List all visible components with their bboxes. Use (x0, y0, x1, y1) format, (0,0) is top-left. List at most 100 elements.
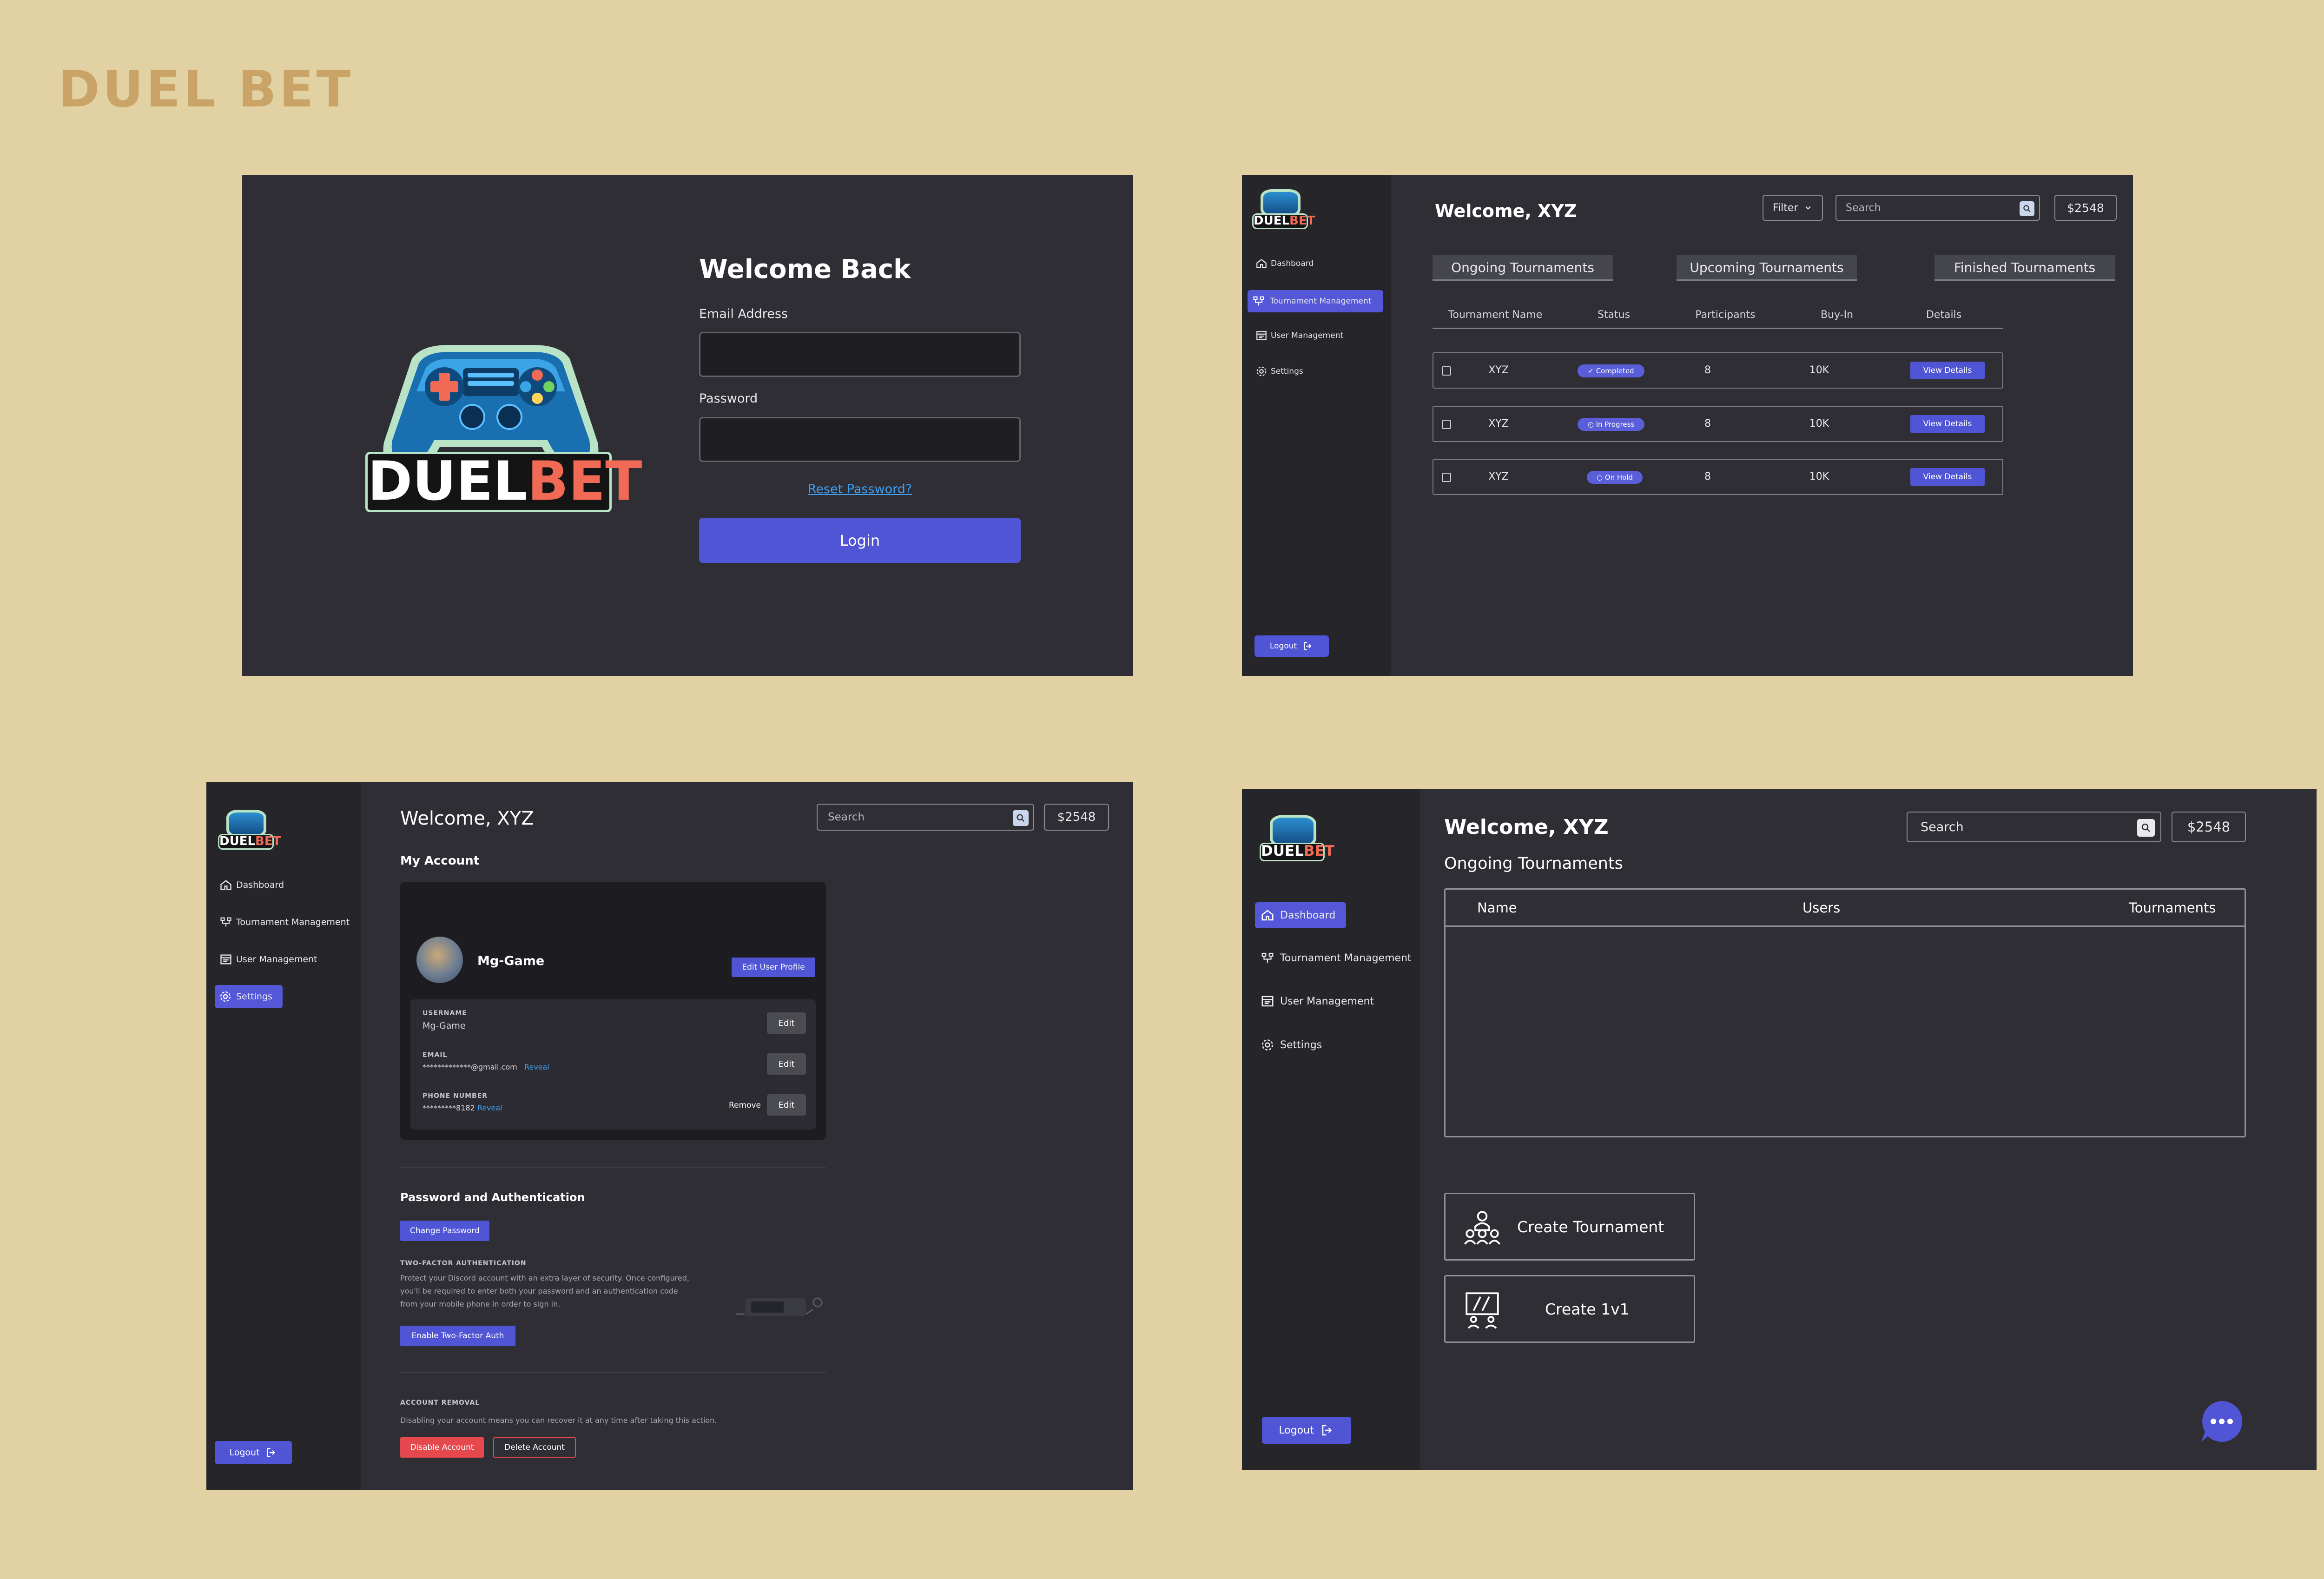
sidebar-item-user-management[interactable]: User Management (216, 949, 350, 970)
sidebar: DUELBET Dashboard Tournament Management … (206, 782, 361, 1490)
create-1v1-button[interactable]: Create 1v1 (1444, 1275, 1695, 1343)
enable-2fa-button[interactable]: Enable Two-Factor Auth (400, 1326, 515, 1346)
search-input[interactable]: Search (1907, 812, 2161, 842)
chat-bubble-icon[interactable] (2199, 1398, 2245, 1445)
sidebar-item-dashboard[interactable]: Dashboard (1252, 254, 1382, 273)
sidebar-item-tournament-management[interactable]: Tournament Management (216, 912, 355, 932)
ongoing-table: Name Users Tournaments (1444, 888, 2246, 1137)
reveal-email-link[interactable]: Reveal (524, 1063, 549, 1071)
twofa-label: TWO-FACTOR AUTHENTICATION (400, 1260, 527, 1267)
logout-button[interactable]: Logout (1254, 635, 1329, 657)
balance-badge: $2548 (1044, 804, 1109, 831)
sidebar-item-user-management[interactable]: User Management (1255, 988, 1413, 1014)
phone-value: *********8182 Reveal (423, 1103, 502, 1112)
tournament-management-screen: DUELBET Dashboard Tournament Management … (1242, 175, 2133, 676)
col-status: Status (1597, 309, 1631, 321)
row-name: XYZ (1488, 364, 1509, 376)
logout-button[interactable]: Logout (1262, 1417, 1351, 1444)
view-details-button[interactable]: View Details (1910, 468, 1985, 486)
profile-username: Mg-Game (477, 954, 545, 968)
twofa-description-line: you'll be required to enter both your pa… (400, 1287, 678, 1295)
row-checkbox[interactable] (1442, 366, 1451, 376)
sidebar: DUELBET Dashboard Tournament Management … (1242, 789, 1420, 1470)
tournament-icon (216, 916, 236, 929)
sidebar-item-tournament-management[interactable]: Tournament Management (1248, 290, 1383, 312)
tab-ongoing[interactable]: Ongoing Tournaments (1433, 255, 1613, 281)
sidebar-item-settings[interactable]: Settings (215, 985, 283, 1008)
delete-account-button[interactable]: Delete Account (493, 1437, 576, 1458)
login-screen: DUELBET Welcome Back Email Address Passw… (242, 175, 1133, 676)
settings-screen: DUELBET Dashboard Tournament Management … (206, 782, 1133, 1490)
email-field[interactable] (699, 332, 1021, 377)
filter-dropdown[interactable]: Filter (1763, 195, 1823, 221)
edit-email-button[interactable]: Edit (767, 1053, 806, 1075)
status-badge: ✓ Completed (1578, 364, 1644, 377)
create-tournament-button[interactable]: Create Tournament (1444, 1193, 1695, 1261)
page-title: Welcome, XYZ (400, 808, 534, 829)
chevron-down-icon (1805, 206, 1811, 210)
table-header: Name Users Tournaments (1446, 890, 2245, 927)
search-input[interactable]: Search (817, 804, 1034, 831)
page-title: Welcome, XYZ (1444, 815, 1609, 839)
col-users: Users (1802, 900, 1841, 916)
col-tournaments: Tournaments (2129, 900, 2216, 916)
account-details-panel: USERNAME Mg-Game Edit EMAIL ************… (410, 999, 816, 1130)
page-title: Welcome, XYZ (1435, 201, 1577, 221)
search-input[interactable]: Search (1835, 195, 2040, 221)
status-badge: ○ On Hold (1587, 471, 1643, 484)
account-card: Mg-Game Edit User Profile USERNAME Mg-Ga… (400, 882, 826, 1140)
edit-username-button[interactable]: Edit (767, 1012, 806, 1034)
sidebar: DUELBET Dashboard Tournament Management … (1242, 175, 1391, 676)
view-details-button[interactable]: View Details (1910, 415, 1985, 433)
twofa-description-line: from your mobile phone in order to sign … (400, 1300, 561, 1308)
tournament-group-icon (1464, 1211, 1500, 1245)
disable-account-button[interactable]: Disable Account (400, 1437, 484, 1458)
twofa-description-line: Protect your Discord account with an ext… (400, 1274, 689, 1282)
logo-wordmark: DUELBET (1260, 843, 1334, 861)
search-icon[interactable] (2137, 819, 2155, 837)
search-icon[interactable] (2020, 201, 2034, 216)
col-participants: Participants (1695, 309, 1756, 321)
row-participants: 8 (1704, 471, 1711, 482)
edit-profile-button[interactable]: Edit User Profile (732, 958, 815, 977)
edit-phone-button[interactable]: Edit (767, 1094, 806, 1116)
status-badge: ◴ In Progress (1578, 418, 1644, 431)
home-icon (216, 879, 236, 892)
duelbet-logo: DUELBET (365, 340, 642, 526)
search-icon[interactable] (1013, 810, 1029, 826)
logout-button[interactable]: Logout (215, 1441, 292, 1464)
row-checkbox[interactable] (1442, 473, 1451, 482)
reset-password-link[interactable]: Reset Password? (699, 482, 1021, 496)
sidebar-item-user-management[interactable]: User Management (1252, 326, 1382, 345)
tab-upcoming[interactable]: Upcoming Tournaments (1677, 255, 1857, 281)
row-participants: 8 (1704, 418, 1711, 429)
sidebar-item-dashboard[interactable]: Dashboard (216, 875, 350, 895)
sidebar-item-settings[interactable]: Settings (1255, 1032, 1413, 1058)
user-management-icon (1252, 330, 1271, 342)
gear-icon (1255, 1038, 1280, 1052)
sidebar-item-dashboard[interactable]: Dashboard (1255, 902, 1346, 928)
row-name: XYZ (1488, 418, 1509, 429)
gear-icon (215, 990, 236, 1003)
ongoing-section-title: Ongoing Tournaments (1444, 854, 1623, 873)
password-label: Password (699, 391, 758, 406)
row-name: XYZ (1488, 471, 1509, 482)
view-details-button[interactable]: View Details (1910, 362, 1985, 379)
table-row[interactable]: XYZ ○ On Hold 8 10K View Details (1433, 459, 2003, 495)
reveal-phone-link[interactable]: Reveal (477, 1103, 502, 1112)
phone-label: PHONE NUMBER (423, 1092, 488, 1100)
sidebar-item-settings[interactable]: Settings (1252, 362, 1382, 381)
user-management-icon (216, 953, 236, 966)
login-button[interactable]: Login (699, 518, 1021, 563)
username-value: Mg-Game (423, 1021, 466, 1031)
tab-finished[interactable]: Finished Tournaments (1934, 255, 2115, 281)
table-row[interactable]: XYZ ✓ Completed 8 10K View Details (1433, 352, 2003, 389)
logout-icon (266, 1448, 275, 1457)
table-row[interactable]: XYZ ◴ In Progress 8 10K View Details (1433, 406, 2003, 442)
remove-phone-button[interactable]: Remove (729, 1101, 761, 1110)
row-checkbox[interactable] (1442, 420, 1451, 429)
change-password-button[interactable]: Change Password (400, 1221, 489, 1241)
user-management-icon (1255, 994, 1280, 1008)
password-field[interactable] (699, 417, 1021, 462)
sidebar-item-tournament-management[interactable]: Tournament Management (1255, 945, 1418, 971)
